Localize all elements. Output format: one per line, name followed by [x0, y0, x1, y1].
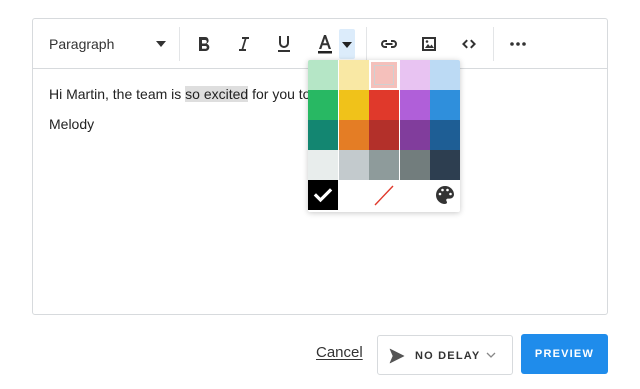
color-swatch[interactable] — [430, 60, 460, 90]
color-swatch[interactable] — [308, 120, 338, 150]
more-horizontal-icon — [510, 42, 526, 46]
text-color-icon — [318, 35, 332, 54]
color-swatch[interactable] — [430, 90, 460, 120]
insert-image-button[interactable] — [417, 32, 441, 56]
paragraph-style-label: Paragraph — [49, 36, 115, 52]
color-swatch[interactable] — [338, 90, 369, 120]
delay-dropdown-button[interactable]: NO DELAY — [377, 335, 513, 375]
message-line-1: Hi Martin, the team is so excited for yo… — [49, 86, 309, 103]
color-palette-popup — [308, 60, 460, 212]
color-swatch[interactable] — [308, 90, 338, 120]
preview-label: PREVIEW — [534, 348, 595, 360]
color-swatch[interactable] — [369, 150, 399, 180]
color-swatch[interactable] — [308, 150, 338, 180]
color-swatch[interactable] — [399, 150, 430, 180]
color-swatch[interactable] — [369, 60, 399, 90]
color-swatch[interactable] — [430, 150, 460, 180]
more-options-button[interactable] — [506, 32, 530, 56]
message-text: Hi Martin, the team is — [49, 86, 186, 102]
paragraph-style-dropdown[interactable]: Paragraph — [49, 33, 169, 55]
message-line-2: Melody — [49, 116, 95, 132]
link-icon — [381, 40, 397, 48]
custom-color-button[interactable] — [430, 180, 460, 210]
cancel-link[interactable]: Cancel — [316, 344, 363, 361]
send-plane-icon — [389, 348, 405, 364]
no-color-slash-icon — [374, 185, 394, 206]
toolbar-divider — [493, 27, 494, 61]
checkmark-icon — [313, 188, 333, 203]
insert-link-button[interactable] — [377, 32, 401, 56]
toolbar-divider — [179, 27, 180, 61]
italic-icon — [239, 37, 249, 51]
color-palette-icon — [436, 186, 454, 204]
message-body[interactable]: Hi Martin, the team is so excited for yo… — [49, 86, 309, 133]
remove-color-button[interactable] — [369, 180, 399, 210]
toolbar-divider — [366, 27, 367, 61]
caret-down-icon — [342, 42, 352, 48]
chevron-down-icon — [486, 352, 496, 358]
color-swatch[interactable] — [399, 60, 430, 90]
color-swatch[interactable] — [338, 60, 369, 90]
bold-icon — [199, 36, 210, 52]
bold-button[interactable] — [192, 32, 216, 56]
color-swatch[interactable] — [308, 60, 338, 90]
text-color-button[interactable] — [313, 30, 337, 58]
preview-button[interactable]: PREVIEW — [521, 334, 608, 374]
delay-label: NO DELAY — [415, 350, 481, 362]
code-icon — [462, 39, 476, 49]
image-icon — [422, 37, 436, 51]
color-swatch[interactable] — [338, 150, 369, 180]
color-swatch[interactable] — [369, 120, 399, 150]
text-color-dropdown-toggle[interactable] — [339, 29, 355, 59]
underline-button[interactable] — [272, 32, 296, 56]
color-swatch[interactable] — [338, 120, 369, 150]
message-text: for you to s — [252, 86, 309, 102]
selected-text: so excited — [185, 86, 249, 102]
color-swatch[interactable] — [399, 90, 430, 120]
insert-code-button[interactable] — [457, 32, 481, 56]
chevron-down-icon — [156, 41, 166, 47]
color-swatch[interactable] — [399, 120, 430, 150]
color-swatch[interactable] — [430, 120, 460, 150]
apply-color-button[interactable] — [308, 180, 338, 210]
underline-icon — [278, 36, 290, 52]
italic-button[interactable] — [232, 32, 256, 56]
color-swatch[interactable] — [369, 90, 399, 120]
